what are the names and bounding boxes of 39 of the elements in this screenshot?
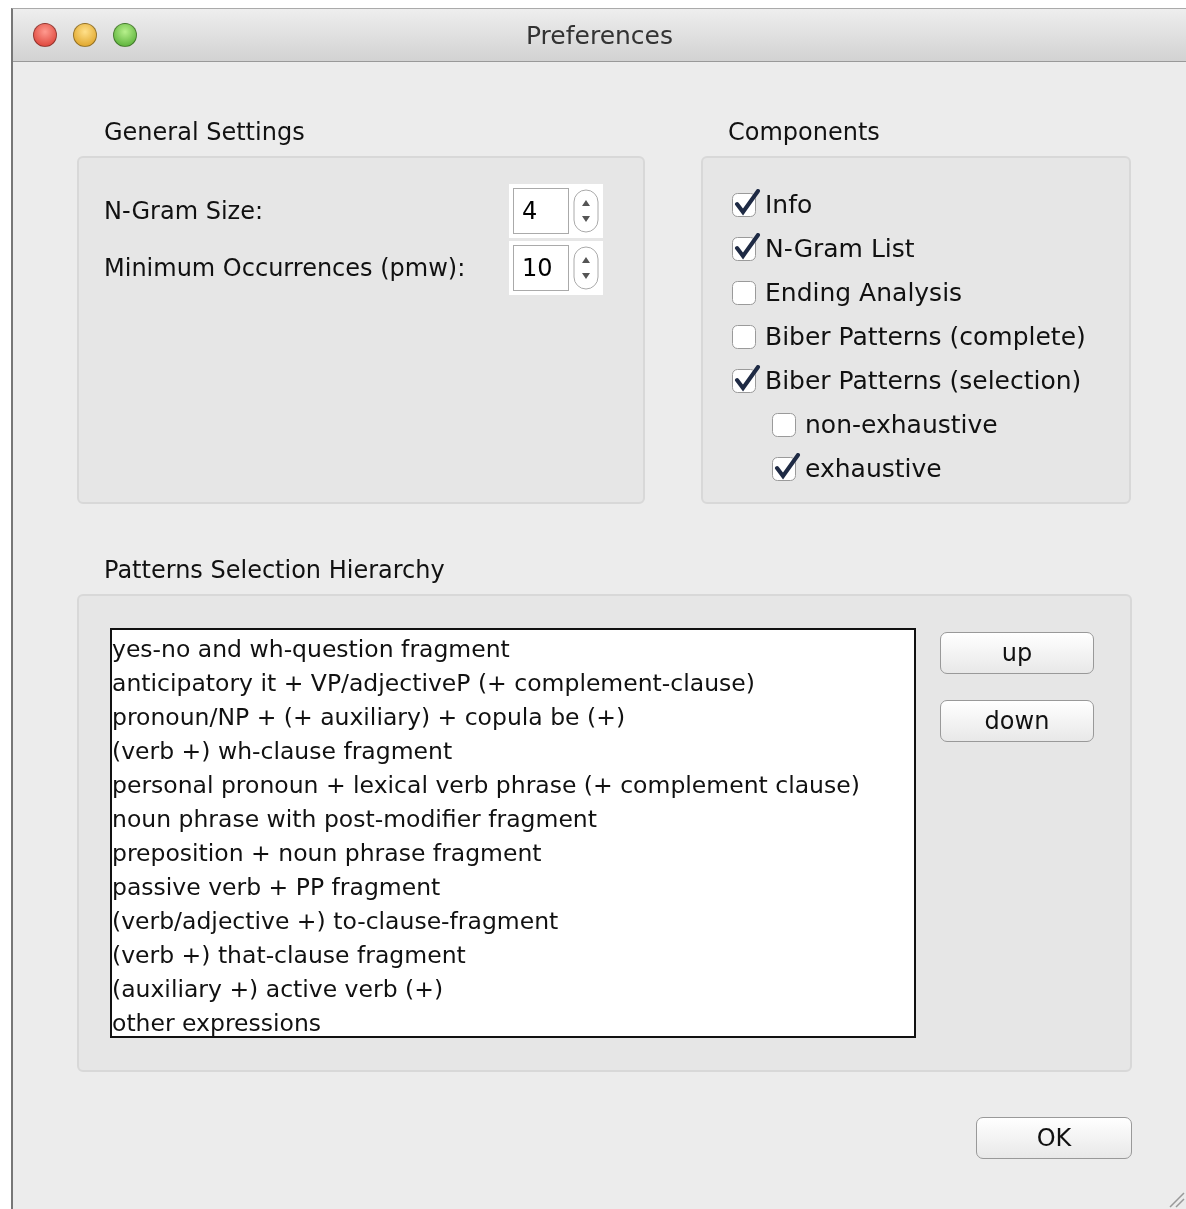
- list-item[interactable]: noun phrase with post-modifier fragment: [112, 802, 597, 836]
- field-label: N-Gram Size:: [104, 196, 264, 225]
- checkbox[interactable]: [771, 453, 801, 483]
- checkbox[interactable]: [731, 233, 761, 263]
- window-title: Preferences: [525, 20, 673, 50]
- stepper[interactable]: [573, 188, 599, 233]
- section-title: Patterns Selection Hierarchy: [103, 556, 445, 586]
- checkbox[interactable]: [731, 189, 761, 219]
- list-item[interactable]: anticipatory it + VP/adjectiveP (+ complement-clause): [112, 666, 755, 700]
- number-field[interactable]: 10: [513, 244, 569, 291]
- zoom-button[interactable]: [113, 23, 137, 47]
- checkbox-label[interactable]: Biber Patterns (selection): [765, 365, 1082, 395]
- checkbox-label[interactable]: non-exhaustive: [805, 409, 998, 439]
- number-field[interactable]: 4: [513, 187, 569, 234]
- checkbox-label[interactable]: exhaustive: [805, 453, 942, 483]
- field-label: Minimum Occurrences (pmw):: [104, 253, 466, 282]
- minimize-button[interactable]: [73, 23, 97, 47]
- list-item[interactable]: passive verb + PP fragment: [112, 870, 441, 904]
- stepper[interactable]: [573, 245, 599, 290]
- list-item[interactable]: (verb +) wh-clause fragment: [112, 734, 453, 768]
- section-title: Components: [727, 118, 880, 148]
- move-button[interactable]: up: [940, 632, 1094, 674]
- list-item[interactable]: (verb/adjective +) to-clause-fragment: [112, 904, 559, 938]
- checkbox-label[interactable]: Info: [765, 189, 813, 219]
- list-item[interactable]: pronoun/NP + (+ auxiliary) + copula be (+): [112, 700, 626, 734]
- list-item[interactable]: (verb +) that-clause fragment: [112, 938, 466, 972]
- section-title: General Settings: [103, 118, 305, 148]
- ok-button[interactable]: OK: [976, 1117, 1132, 1159]
- checkbox-label[interactable]: Ending Analysis: [765, 277, 963, 307]
- list-item[interactable]: preposition + noun phrase fragment: [112, 836, 542, 870]
- close-button[interactable]: [33, 23, 57, 47]
- list-item[interactable]: yes-no and wh-question fragment: [112, 632, 510, 666]
- list-item[interactable]: (auxiliary +) active verb (+): [112, 972, 444, 1006]
- move-button[interactable]: down: [940, 700, 1094, 742]
- list-item[interactable]: other expressions: [112, 1006, 322, 1040]
- list-item[interactable]: personal pronoun + lexical verb phrase (+ complement clause): [112, 768, 860, 802]
- checkbox[interactable]: [731, 365, 761, 395]
- checkbox-label[interactable]: Biber Patterns (complete): [765, 321, 1086, 351]
- checkbox-label[interactable]: N-Gram List: [765, 233, 915, 263]
